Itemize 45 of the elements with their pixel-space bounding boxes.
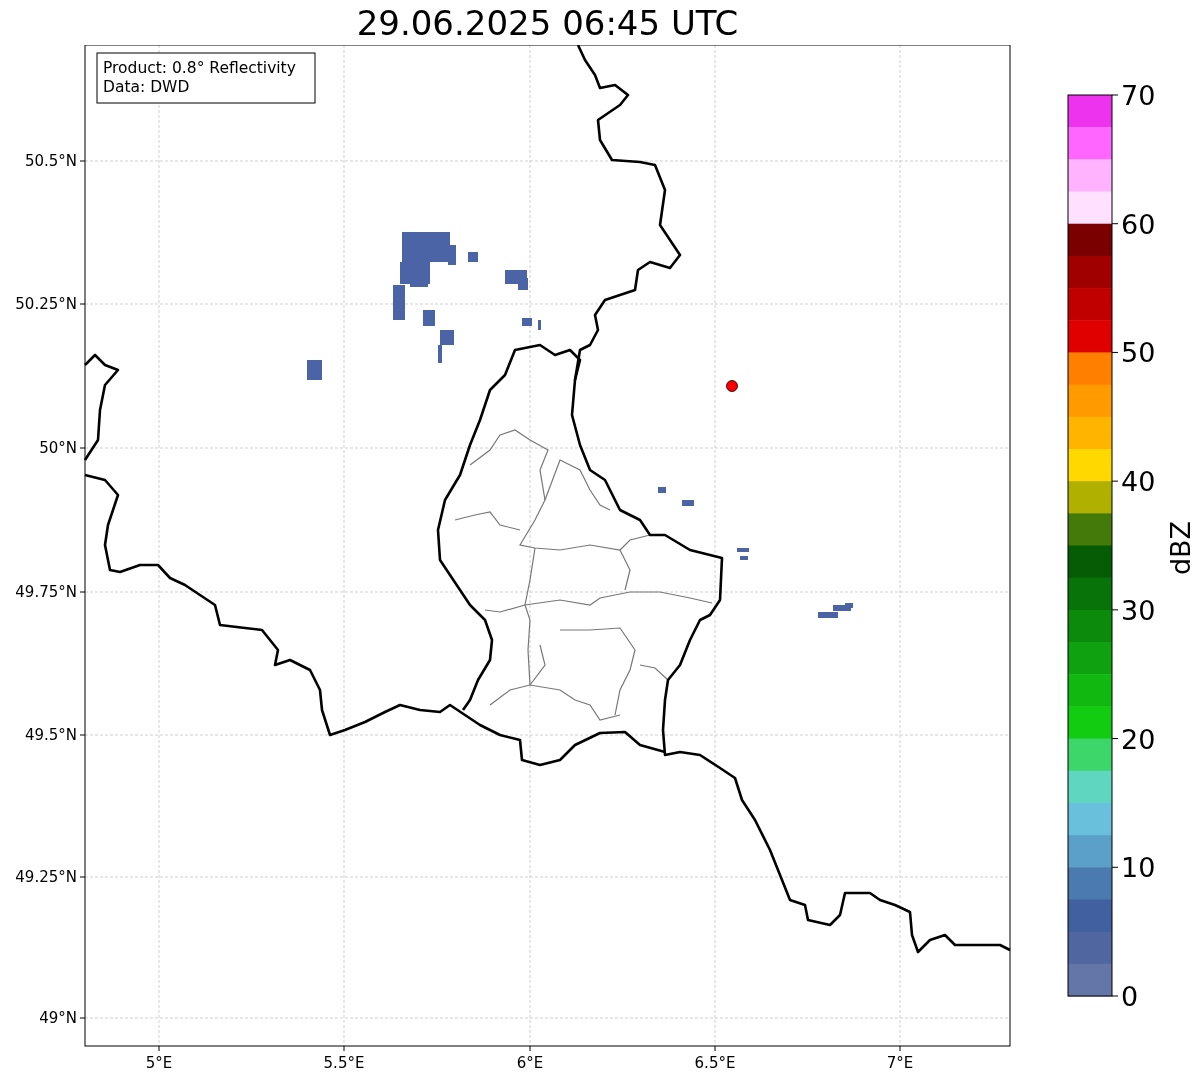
tick-mark [79, 447, 86, 449]
chart-title: 29.06.2025 06:45 UTC [356, 2, 739, 45]
latitude-label: 50.5°N [24, 152, 77, 170]
latitude-label: 50.25°N [15, 295, 77, 313]
latitude-label: 49°N [39, 1009, 77, 1027]
tick-mark [79, 303, 86, 305]
longitude-label: 5°E [145, 1054, 173, 1072]
tick-mark [1111, 480, 1119, 482]
tick-mark [1111, 94, 1119, 96]
colorbar-tick-label: 30 [1121, 594, 1156, 626]
colorbar-tick-label: 60 [1121, 208, 1156, 240]
tick-mark [1111, 995, 1119, 997]
location-marker [726, 380, 738, 392]
tick-mark [1111, 609, 1119, 611]
longitude-label: 6.5°E [694, 1054, 736, 1072]
colorbar-tick-label: 10 [1121, 852, 1156, 884]
tick-mark [79, 876, 86, 878]
tick-mark [1111, 738, 1119, 740]
tick-mark [1111, 223, 1119, 225]
longitude-label: 5.5°E [323, 1054, 365, 1072]
latitude-label: 49.25°N [15, 868, 77, 886]
tick-mark [79, 591, 86, 593]
latitude-label: 49.5°N [24, 726, 77, 744]
tick-mark [158, 1045, 160, 1052]
latitude-label: 50°N [39, 439, 77, 457]
info-text: Data: DWD [103, 78, 190, 96]
colorbar-tick-label: 50 [1121, 337, 1156, 369]
info-text: Product: 0.8° Reflectivity [103, 59, 296, 77]
colorbar-axis-label: dBZ [1165, 520, 1196, 576]
tick-mark [714, 1045, 716, 1052]
colorbar-tick-label: 70 [1121, 80, 1156, 111]
colorbar-tick-label: 0 [1121, 981, 1139, 1012]
tick-mark [79, 734, 86, 736]
tick-mark [1111, 351, 1119, 353]
longitude-label: 6°E [516, 1054, 544, 1072]
tick-mark [343, 1045, 345, 1052]
colorbar-tick-label: 40 [1121, 466, 1156, 498]
tick-mark [79, 160, 86, 162]
tick-mark [899, 1045, 901, 1052]
tick-mark [1111, 866, 1119, 868]
latitude-label: 49.75°N [15, 583, 77, 601]
colorbar-tick-label: 20 [1121, 723, 1156, 755]
tick-mark [79, 1017, 86, 1019]
tick-mark [529, 1045, 531, 1052]
longitude-label: 7°E [886, 1054, 914, 1072]
